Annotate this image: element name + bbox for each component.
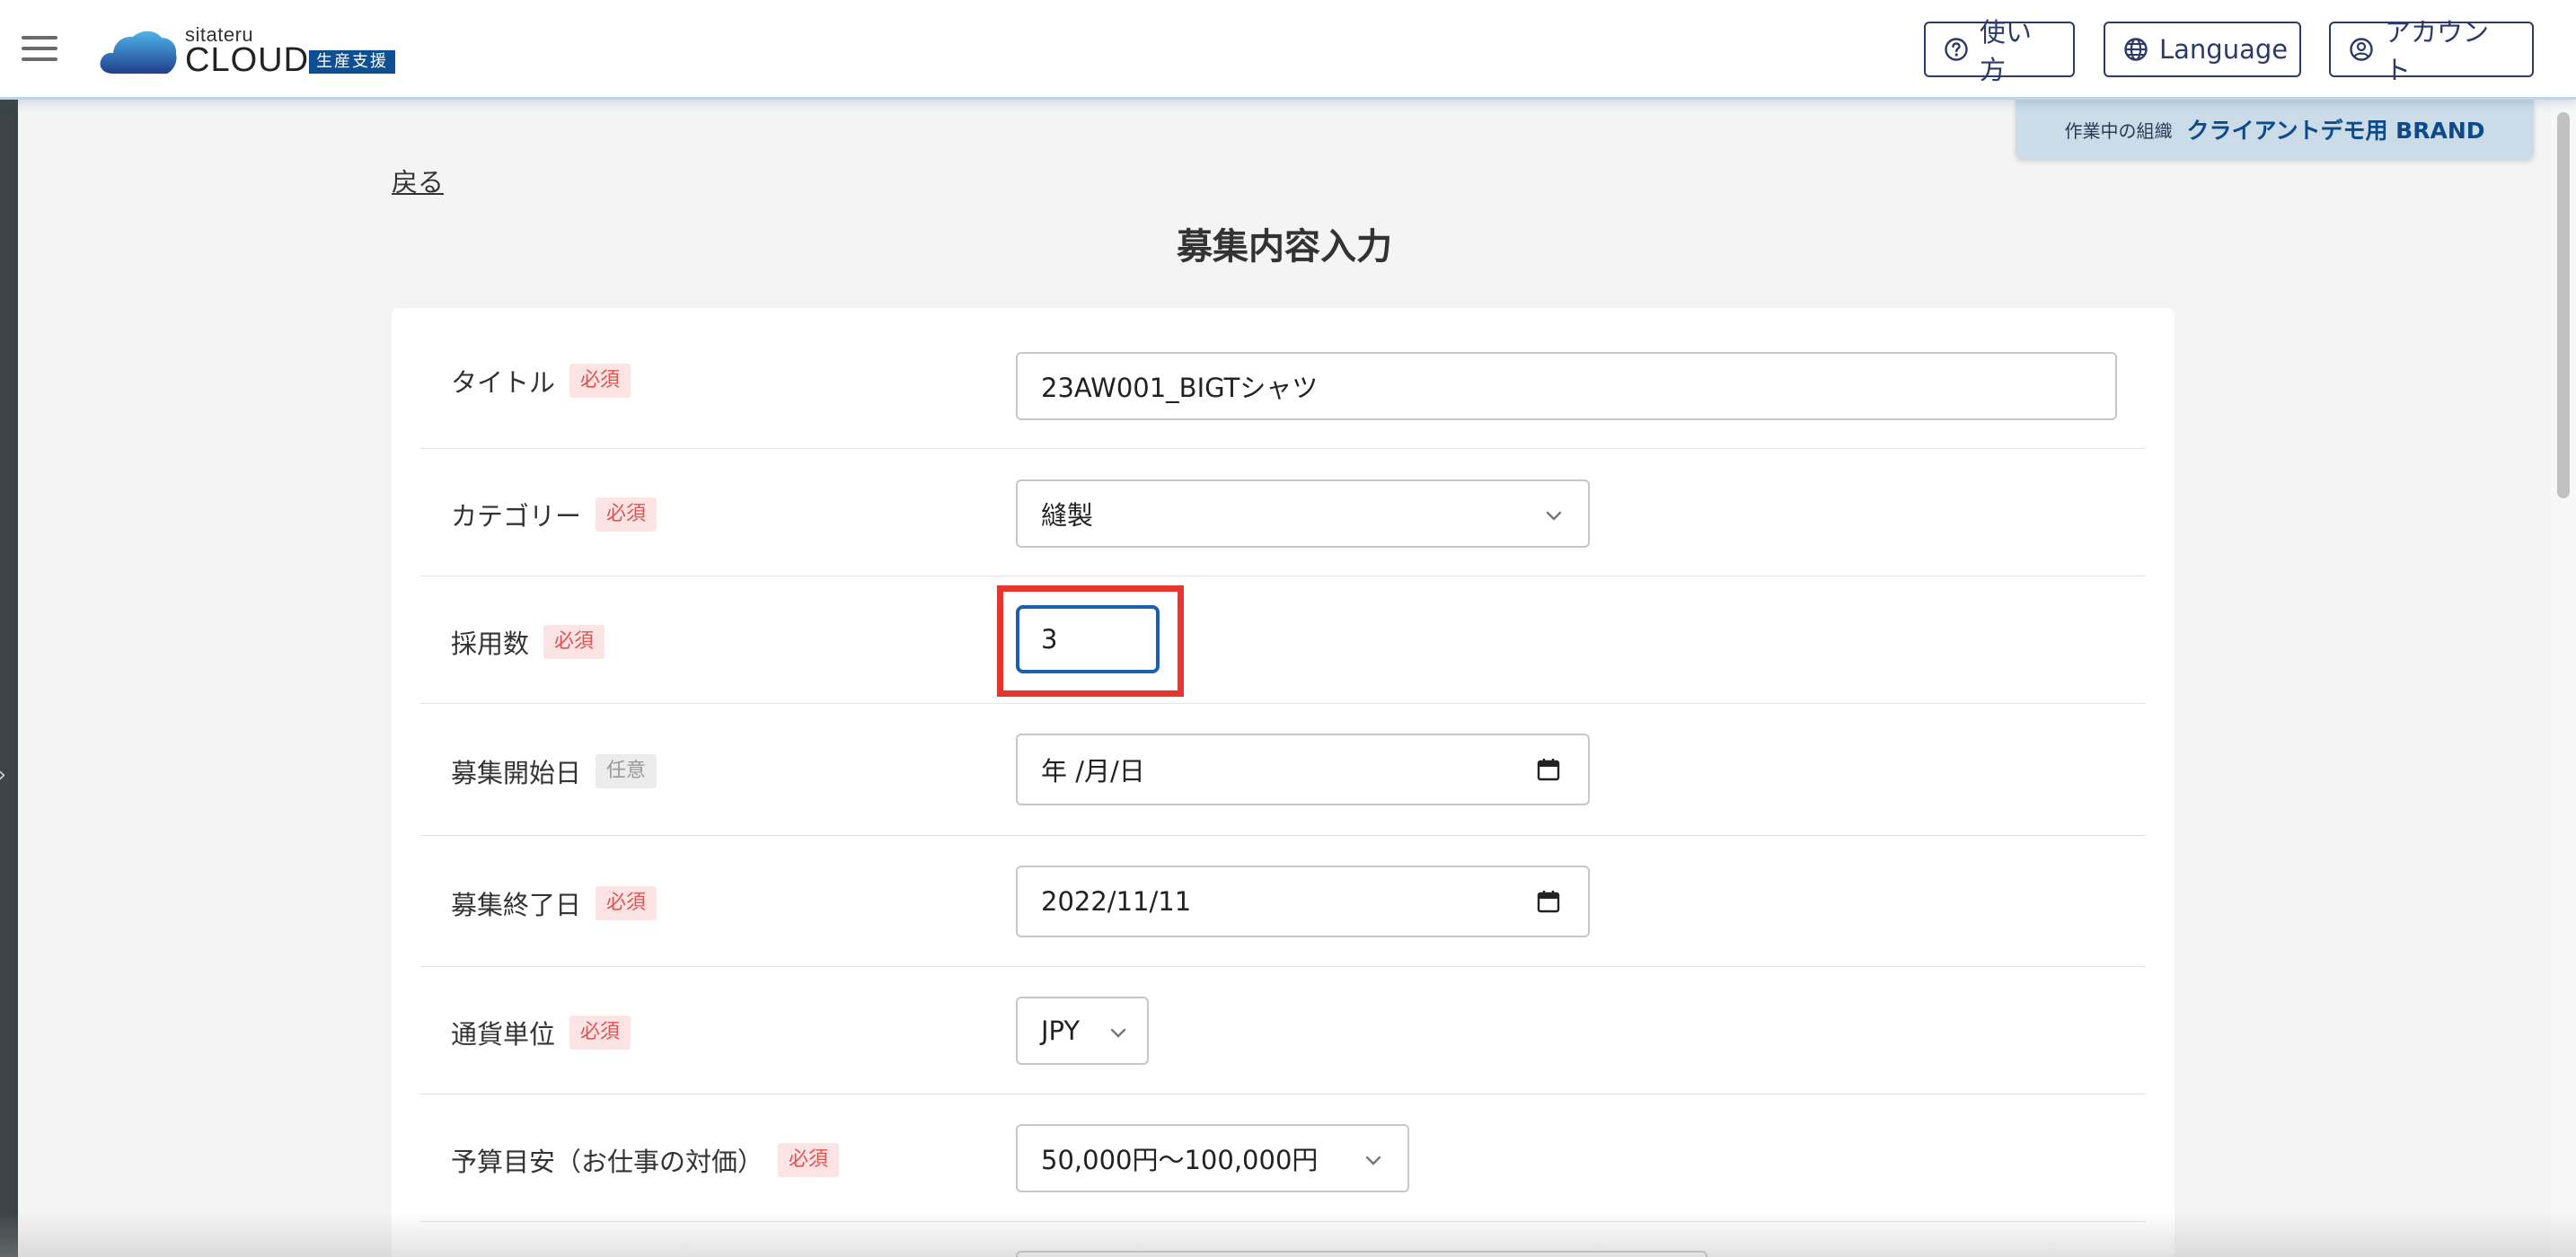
- required-tag: 必須: [595, 886, 657, 920]
- form-row-start-date: 募集開始日 任意 年 /月/日: [420, 704, 2146, 836]
- required-tag: 必須: [543, 625, 605, 659]
- collapsed-sidebar[interactable]: ›: [0, 100, 18, 1257]
- help-button[interactable]: 使い方: [1924, 17, 2075, 85]
- globe-icon: [2124, 38, 2148, 61]
- budget-select-value: 50,000円〜100,000円: [1041, 1145, 1319, 1175]
- budget-label-group: 予算目安（お仕事の対価） 必須: [451, 1141, 840, 1179]
- chevron-right-icon[interactable]: ›: [0, 764, 6, 787]
- start-date-label-group: 募集開始日 任意: [451, 752, 657, 790]
- recruitment-form: タイトル 必須 23AW001_BIGTシャツ カテゴリー 必須 縫製 採用数 …: [392, 308, 2175, 1257]
- form-row-budget: 予算目安（お仕事の対価） 必須 50,000円〜100,000円: [420, 1094, 2146, 1222]
- hires-label-group: 採用数 必須: [451, 623, 605, 661]
- title-input-value: 23AW001_BIGTシャツ: [1041, 373, 1319, 403]
- category-select[interactable]: 縫製: [1016, 479, 1590, 548]
- end-date-input[interactable]: 2022/11/11: [1016, 866, 1590, 937]
- currency-label-group: 通貨単位 必須: [451, 1014, 631, 1051]
- end-date-label: 募集終了日: [451, 890, 582, 920]
- menu-icon[interactable]: [22, 36, 57, 63]
- form-row-hires: 採用数 必須 3: [420, 576, 2146, 704]
- end-date-value: 2022/11/11: [1041, 886, 1192, 917]
- form-row-title: タイトル 必須 23AW001_BIGTシャツ: [420, 308, 2146, 449]
- budget-select[interactable]: 50,000円〜100,000円: [1016, 1124, 1409, 1192]
- required-tag: 必須: [778, 1143, 840, 1177]
- top-header: sitateru CLOUD 生産支援 使い方 Language アカウント: [0, 0, 2576, 100]
- title-input[interactable]: 23AW001_BIGTシャツ: [1016, 352, 2117, 420]
- user-circle-icon: [2350, 38, 2373, 61]
- required-tag: 必須: [569, 364, 631, 398]
- category-label: カテゴリー: [451, 501, 582, 532]
- title-label: タイトル: [451, 367, 556, 398]
- hires-number-input[interactable]: 3: [1016, 605, 1160, 673]
- form-row-currency: 通貨単位 必須 JPY: [420, 967, 2146, 1094]
- account-button[interactable]: アカウント: [2329, 17, 2534, 85]
- form-row-category: カテゴリー 必須 縫製: [420, 449, 2146, 576]
- category-select-value: 縫製: [1041, 500, 1094, 531]
- chevron-down-icon: [1365, 1156, 1381, 1165]
- end-date-label-group: 募集終了日 必須: [451, 884, 657, 922]
- help-button-label: 使い方: [1980, 17, 2033, 85]
- optional-tag: 任意: [595, 754, 657, 788]
- hires-label: 採用数: [451, 628, 530, 659]
- calendar-icon[interactable]: [1536, 889, 1561, 914]
- org-label: 作業中の組織: [2064, 119, 2173, 142]
- cloud-logo-icon: [100, 31, 177, 74]
- category-label-group: カテゴリー 必須: [451, 496, 657, 533]
- sitateru-cloud-logo[interactable]: sitateru CLOUD 生産支援: [99, 23, 404, 79]
- question-circle-icon: [1945, 38, 1968, 61]
- vertical-scrollbar[interactable]: [2551, 100, 2576, 1257]
- currency-label: 通貨単位: [451, 1019, 556, 1050]
- required-tag: 必須: [569, 1015, 631, 1050]
- form-row-end-date: 募集終了日 必須 2022/11/11: [420, 836, 2146, 967]
- hires-input-value: 3: [1041, 624, 1058, 655]
- currency-select-value: JPY: [1041, 1015, 1081, 1046]
- language-button[interactable]: Language: [2104, 22, 2301, 77]
- scrollbar-thumb[interactable]: [2557, 112, 2570, 498]
- next-field-partial[interactable]: [1016, 1251, 1707, 1257]
- org-name: クライアントデモ用 BRAND: [2186, 118, 2485, 144]
- page-title: 募集内容入力: [1177, 226, 1392, 268]
- currency-select[interactable]: JPY: [1016, 997, 1149, 1065]
- current-org-tab[interactable]: 作業中の組織 クライアントデモ用 BRAND: [2016, 100, 2534, 159]
- title-label-group: タイトル 必須: [451, 362, 631, 400]
- start-date-input[interactable]: 年 /月/日: [1016, 734, 1590, 805]
- chevron-down-icon: [1110, 1028, 1126, 1038]
- logo-badge: 生産支援: [309, 50, 395, 74]
- calendar-icon[interactable]: [1536, 757, 1561, 782]
- start-date-value: 年 /月/日: [1041, 756, 1145, 787]
- account-button-label: アカウント: [2385, 17, 2490, 85]
- back-link[interactable]: 戻る: [392, 162, 444, 199]
- required-tag: 必須: [595, 497, 657, 532]
- language-button-label: Language: [2159, 34, 2289, 65]
- budget-label: 予算目安（お仕事の対価）: [451, 1147, 764, 1177]
- logo-big-text: CLOUD: [185, 41, 310, 79]
- chevron-down-icon: [1546, 511, 1562, 521]
- start-date-label: 募集開始日: [451, 758, 582, 788]
